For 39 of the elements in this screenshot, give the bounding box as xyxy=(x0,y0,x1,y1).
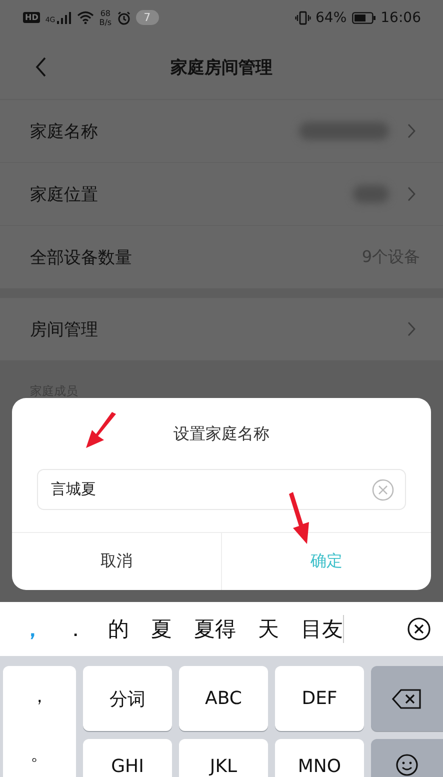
signal-icon xyxy=(56,11,72,24)
back-icon[interactable] xyxy=(34,56,48,78)
chevron-icon xyxy=(407,186,416,202)
cancel-button[interactable]: 取消 xyxy=(12,533,221,590)
keyboard-key[interactable]: JKL xyxy=(179,739,268,777)
keyboard-key[interactable]: ABC xyxy=(179,666,268,731)
hd-indicator: HD xyxy=(23,12,40,23)
arrow-icon xyxy=(84,412,118,450)
notification-badge: 7 xyxy=(136,10,159,25)
candidate-word[interactable]: ． xyxy=(65,615,86,643)
battery-percent: 64% xyxy=(316,10,347,26)
smiley-icon xyxy=(395,753,419,777)
name-input-field[interactable]: 言城夏 xyxy=(37,469,406,510)
vibrate-icon xyxy=(294,10,311,24)
page-title: 家庭房间管理 xyxy=(170,56,272,78)
dialog-title: 设置家庭名称 xyxy=(174,424,270,445)
backspace-icon xyxy=(392,688,422,708)
punctuation-key[interactable]: 。 xyxy=(30,742,48,766)
wifi-icon xyxy=(77,11,94,24)
punctuation-key[interactable]: ， xyxy=(30,684,48,708)
close-icon[interactable] xyxy=(407,617,431,641)
clock: 16:06 xyxy=(380,10,421,26)
chevron-icon xyxy=(407,123,416,139)
battery-icon xyxy=(352,12,376,24)
keyboard-key[interactable]: DEF xyxy=(275,666,364,731)
candidate-word[interactable]: 目友 xyxy=(301,615,343,643)
chevron-icon xyxy=(407,321,416,337)
emoji-key[interactable] xyxy=(371,739,443,777)
speed-value: 68 xyxy=(100,8,110,18)
speed-unit: B/s xyxy=(99,18,112,26)
candidate-word[interactable]: 夏 xyxy=(151,615,172,643)
candidate-word[interactable]: 夏得 xyxy=(194,615,236,643)
backspace-key[interactable] xyxy=(371,666,443,731)
candidate-word[interactable]: 天 xyxy=(258,615,279,643)
candidate-word[interactable]: 的 xyxy=(108,615,129,643)
alarm-icon xyxy=(116,10,131,24)
keyboard-key[interactable]: GHI xyxy=(83,739,172,777)
keyboard-key[interactable]: 分词 xyxy=(83,666,172,731)
keyboard-key[interactable]: MNO xyxy=(275,739,364,777)
